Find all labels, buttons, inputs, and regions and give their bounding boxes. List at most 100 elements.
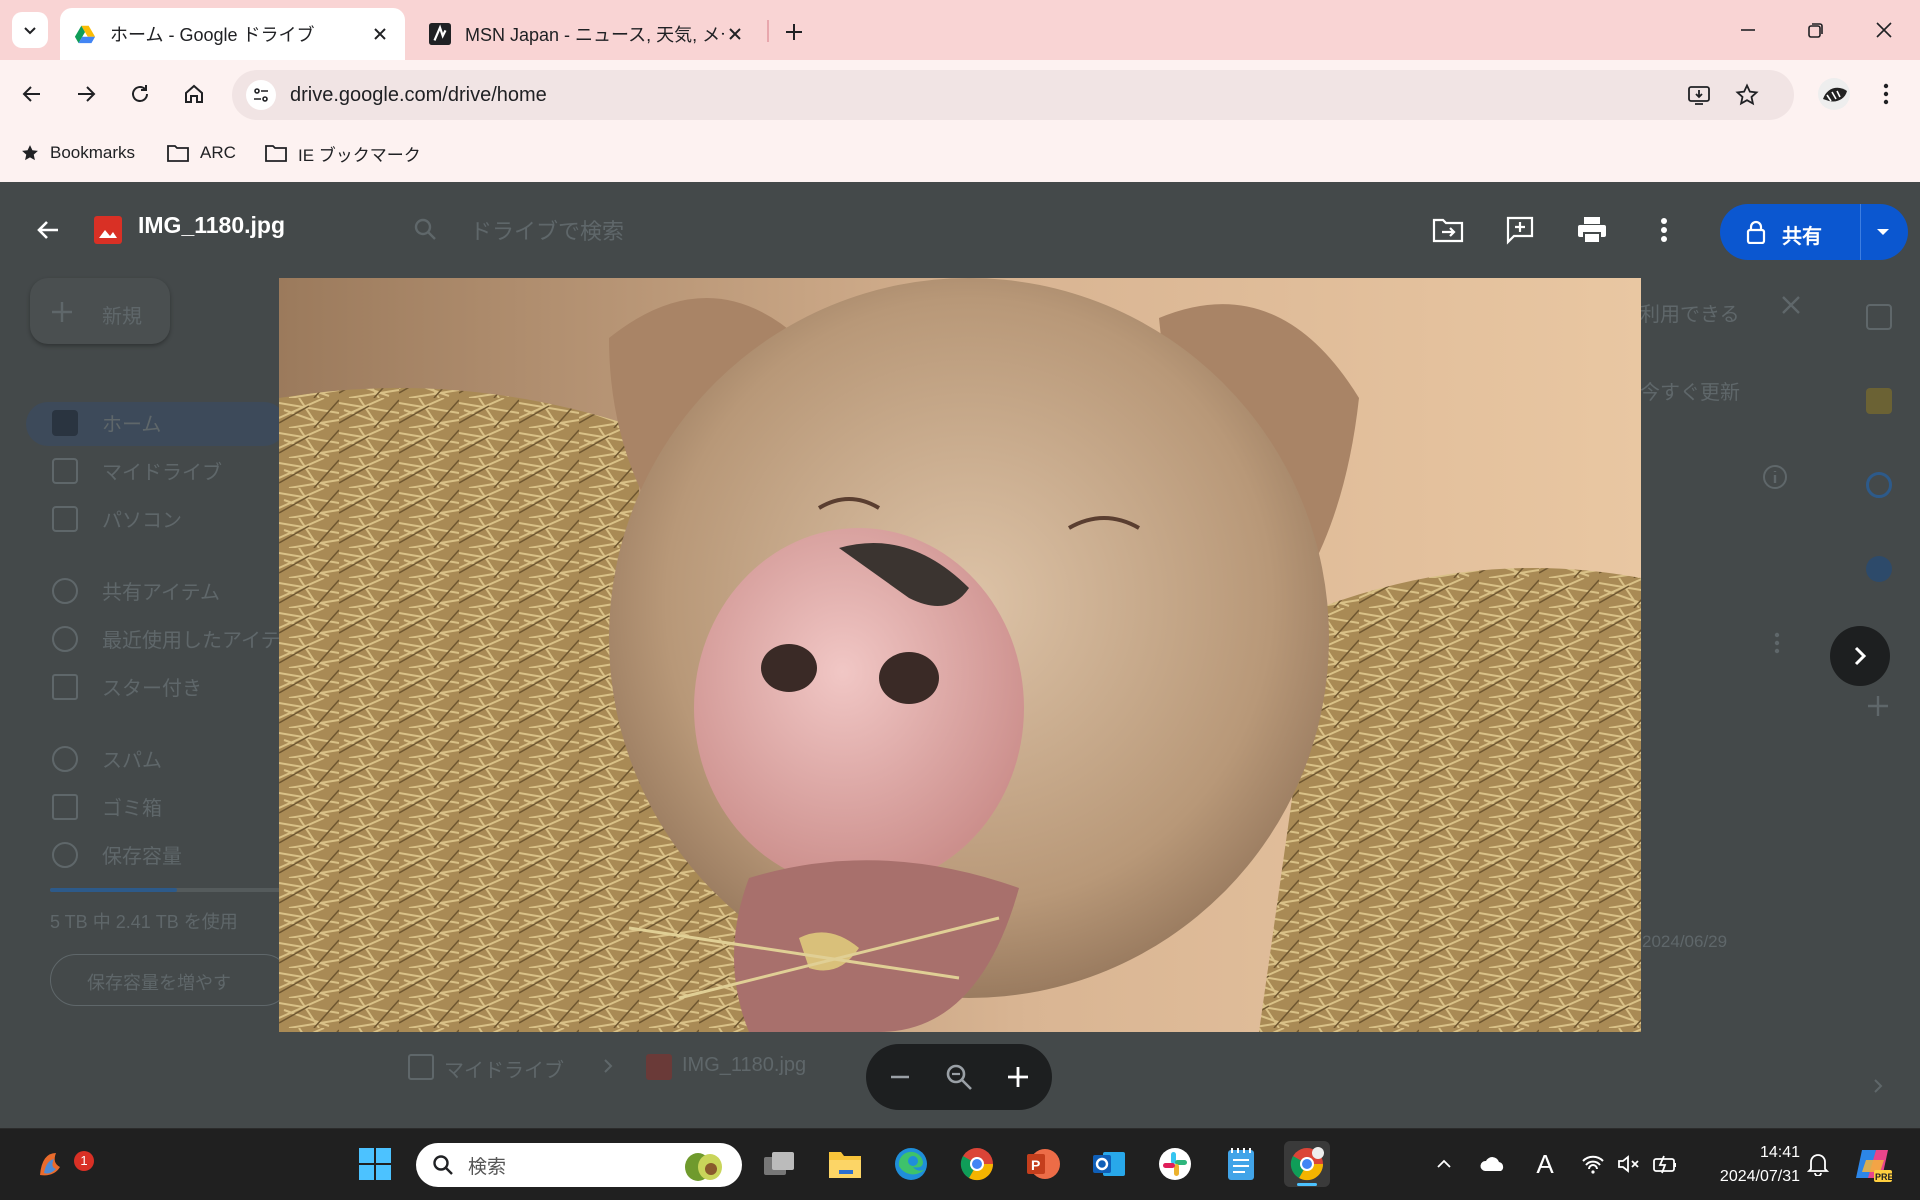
edge-button[interactable] — [888, 1141, 934, 1187]
battery-button[interactable] — [1648, 1141, 1682, 1187]
bookmark-star-icon[interactable] — [1734, 82, 1760, 108]
nav-my-drive[interactable]: マイドライブ — [102, 456, 222, 485]
close-viewer-button[interactable] — [28, 210, 68, 250]
nav-home[interactable]: ホーム — [102, 408, 161, 437]
zoom-out-button[interactable] — [882, 1059, 918, 1095]
wifi-icon — [1582, 1155, 1604, 1174]
nav-spam[interactable]: スパム — [102, 744, 162, 773]
search-icon — [433, 1155, 453, 1175]
close-window-button[interactable] — [1862, 10, 1906, 50]
notifications-button[interactable] — [1798, 1141, 1838, 1187]
file-explorer-button[interactable] — [822, 1141, 868, 1187]
bookmark-folder-ie[interactable]: IE ブックマーク — [264, 138, 421, 168]
tasks-icon[interactable] — [1866, 472, 1892, 498]
forward-button[interactable] — [66, 74, 106, 114]
slack-button[interactable] — [1152, 1141, 1198, 1187]
tab-separator — [767, 20, 769, 42]
minimize-icon — [1741, 29, 1755, 31]
tab-search-button[interactable] — [12, 12, 48, 48]
nav-storage[interactable]: 保存容量 — [102, 840, 182, 869]
print-button[interactable] — [1572, 210, 1612, 250]
install-app-icon[interactable] — [1686, 82, 1712, 108]
lock-icon — [1746, 220, 1766, 244]
calendar-icon[interactable] — [1866, 304, 1892, 330]
move-to-drive-button[interactable] — [1428, 210, 1468, 250]
add-comment-button[interactable] — [1500, 210, 1540, 250]
bookmark-label: ARC — [200, 143, 236, 162]
profile-avatar[interactable] — [1812, 72, 1856, 116]
svg-text:PRE: PRE — [1875, 1172, 1892, 1182]
chrome-active-button[interactable] — [1284, 1141, 1330, 1187]
chrome-button[interactable] — [954, 1141, 1000, 1187]
chevron-right-icon — [604, 1059, 613, 1073]
active-indicator — [1297, 1183, 1317, 1186]
onedrive-button[interactable] — [1476, 1141, 1510, 1187]
bookmark-bookmarks[interactable]: Bookmarks — [20, 138, 135, 168]
breadcrumb-file[interactable]: IMG_1180.jpg — [682, 1054, 806, 1077]
zoom-in-button[interactable] — [1000, 1059, 1036, 1095]
get-more-storage-button[interactable]: 保存容量を増やす — [50, 954, 290, 1006]
volume-button[interactable] — [1612, 1141, 1646, 1187]
browser-menu-button[interactable] — [1866, 74, 1906, 114]
nav-trash[interactable]: ゴミ箱 — [102, 792, 162, 821]
google-drive-icon — [74, 25, 96, 44]
new-tab-button[interactable] — [776, 14, 812, 50]
my-drive-icon — [408, 1054, 434, 1080]
banner-update-link[interactable]: 今すぐ更新 — [1640, 376, 1740, 405]
home-button[interactable] — [174, 74, 214, 114]
nav-recent[interactable]: 最近使用したアイテム — [102, 624, 300, 653]
back-button[interactable] — [12, 74, 52, 114]
add-comment-icon — [1506, 216, 1534, 245]
chrome-icon — [960, 1148, 994, 1181]
start-button[interactable] — [352, 1141, 398, 1187]
task-view-button[interactable] — [756, 1141, 802, 1187]
reload-button[interactable] — [120, 74, 160, 114]
my-drive-icon — [52, 458, 78, 484]
site-info-icon[interactable] — [246, 80, 276, 110]
nav-computers[interactable]: パソコン — [102, 504, 182, 533]
wifi-button[interactable] — [1576, 1141, 1610, 1187]
copilot-button[interactable]: PRE — [1850, 1141, 1896, 1187]
widgets-button[interactable]: 1 — [26, 1141, 94, 1187]
restore-button[interactable] — [1794, 10, 1838, 50]
close-icon — [1782, 296, 1800, 314]
zoom-controls — [866, 1044, 1052, 1110]
print-icon — [1578, 217, 1606, 244]
browser-tab-bar: ホーム - Google ドライブ MSN Japan - ニュース, 天気, … — [0, 0, 1920, 60]
system-clock[interactable]: 14:41 2024/07/31 — [1690, 1141, 1800, 1189]
chevron-down-icon — [24, 27, 36, 35]
reload-icon — [132, 85, 148, 102]
copilot-icon: PRE — [1856, 1150, 1892, 1182]
share-divider — [1860, 204, 1861, 260]
keep-icon[interactable] — [1866, 388, 1892, 414]
close-tab-icon[interactable] — [369, 23, 391, 45]
notepad-button[interactable] — [1218, 1141, 1264, 1187]
folder-move-icon — [1432, 218, 1464, 243]
powerpoint-button[interactable]: P — [1020, 1141, 1066, 1187]
url-text[interactable]: drive.google.com/drive/home — [290, 84, 547, 107]
outlook-icon — [1093, 1152, 1125, 1176]
outlook-button[interactable] — [1086, 1141, 1132, 1187]
more-actions-button[interactable] — [1644, 210, 1684, 250]
file-date: 2024/06/29 — [1642, 932, 1728, 951]
close-tab-icon[interactable] — [724, 23, 746, 45]
chevron-up-icon — [1437, 1159, 1451, 1168]
address-bar[interactable]: drive.google.com/drive/home — [232, 70, 1794, 120]
ime-indicator[interactable]: A — [1528, 1141, 1562, 1187]
share-button[interactable]: 共有 — [1720, 204, 1908, 260]
bookmark-folder-arc[interactable]: ARC — [166, 138, 236, 168]
breadcrumb-my-drive[interactable]: マイドライブ — [444, 1054, 564, 1083]
tab-google-drive[interactable]: ホーム - Google ドライブ — [60, 8, 405, 60]
new-button[interactable]: 新規 — [30, 278, 170, 344]
show-hidden-icons-button[interactable] — [1428, 1141, 1460, 1187]
minimize-button[interactable] — [1726, 10, 1770, 50]
nav-shared[interactable]: 共有アイテム — [102, 576, 220, 605]
next-file-button[interactable] — [1830, 626, 1890, 686]
preview-image[interactable] — [279, 278, 1641, 1032]
zoom-reset-button[interactable] — [941, 1059, 977, 1095]
tab-msn[interactable]: MSN Japan - ニュース, 天気, メール — [415, 8, 760, 60]
contacts-icon[interactable] — [1866, 556, 1892, 582]
taskbar-search[interactable]: 検索 — [416, 1143, 742, 1187]
folder-icon — [167, 145, 189, 162]
nav-starred[interactable]: スター付き — [102, 672, 202, 701]
